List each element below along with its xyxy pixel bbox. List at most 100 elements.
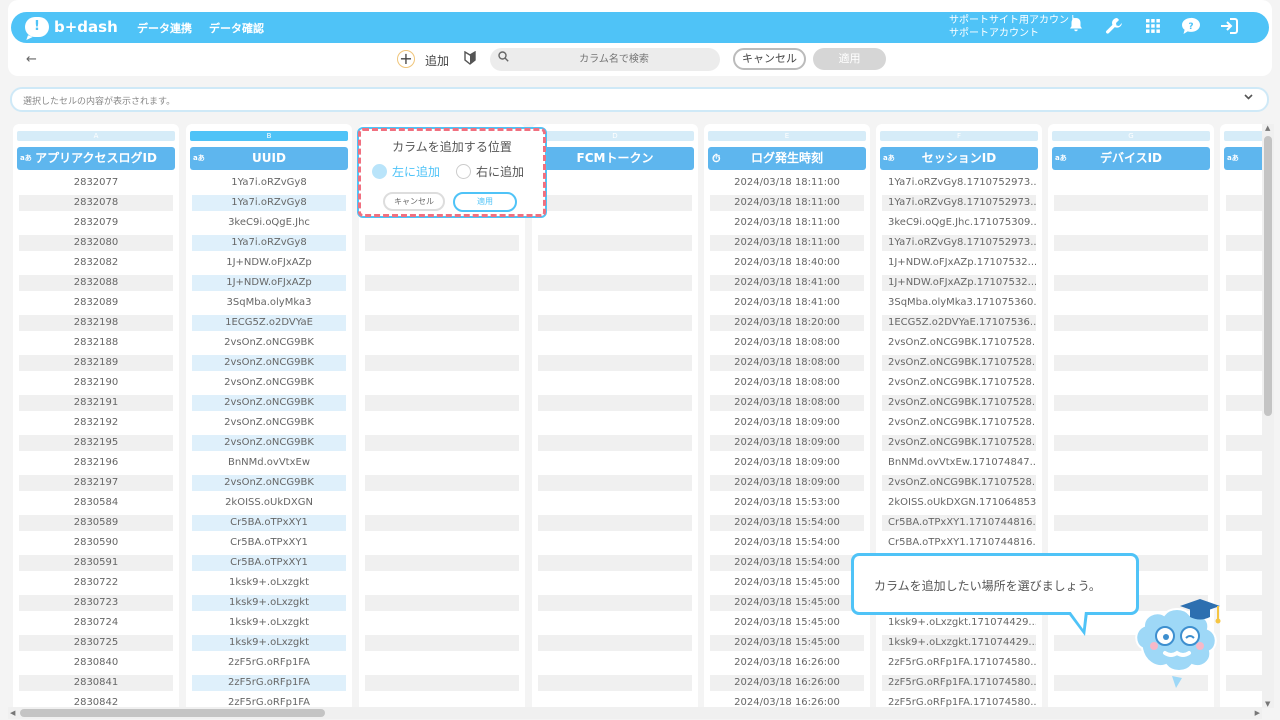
radio-add-left[interactable]: 左に追加 xyxy=(372,163,440,180)
table-cell[interactable]: 2832078 xyxy=(19,195,173,211)
table-cell[interactable] xyxy=(538,675,692,691)
table-cell[interactable] xyxy=(365,315,519,331)
table-cell[interactable]: 1ksk9+.oLxzgkt xyxy=(192,615,346,631)
table-cell[interactable] xyxy=(365,615,519,631)
table-cell[interactable]: 2vsOnZ.oNCG9BK.17107528... xyxy=(882,475,1036,491)
table-cell[interactable] xyxy=(365,655,519,671)
table-cell[interactable] xyxy=(1054,195,1208,211)
column-d[interactable]: D FCMトークン xyxy=(532,124,698,708)
table-cell[interactable]: 2832089 xyxy=(19,295,173,311)
table-cell[interactable] xyxy=(1054,535,1208,551)
table-cell[interactable] xyxy=(1226,355,1262,371)
radio-add-right[interactable]: 右に追加 xyxy=(456,163,524,180)
table-cell[interactable] xyxy=(538,375,692,391)
table-cell[interactable]: 2024/03/18 16:26:00 xyxy=(710,655,864,671)
table-cell[interactable] xyxy=(538,295,692,311)
table-cell[interactable]: 2024/03/18 18:41:00 xyxy=(710,275,864,291)
table-cell[interactable]: 1Ya7i.oRZvGy8.1710752973... xyxy=(882,195,1036,211)
table-cell[interactable]: 2832191 xyxy=(19,395,173,411)
table-cell[interactable]: 2kOISS.oUkDXGN xyxy=(192,495,346,511)
logo[interactable]: ! b+dash xyxy=(25,16,118,38)
table-cell[interactable] xyxy=(1054,415,1208,431)
table-cell[interactable]: 2024/03/18 18:08:00 xyxy=(710,355,864,371)
table-cell[interactable] xyxy=(1054,435,1208,451)
table-cell[interactable] xyxy=(1054,275,1208,291)
table-cell[interactable] xyxy=(1226,575,1262,591)
nav-data-check[interactable]: データ確認 xyxy=(209,20,264,36)
table-cell[interactable]: 2830840 xyxy=(19,655,173,671)
help-chat-icon[interactable]: ? xyxy=(1180,17,1202,39)
scroll-down-arrow-icon[interactable]: ▼ xyxy=(1265,700,1270,708)
column-b[interactable]: Baあ UUID 1Ya7i.oRZvGy8 1Ya7i.oRZvGy8 3keC9i.… xyxy=(186,124,352,708)
table-cell[interactable] xyxy=(538,535,692,551)
table-cell[interactable] xyxy=(1054,475,1208,491)
table-cell[interactable] xyxy=(538,595,692,611)
table-cell[interactable]: 1ksk9+.oLxzgkt.171074429... xyxy=(882,615,1036,631)
table-cell[interactable]: 2vsOnZ.oNCG9BK xyxy=(192,395,346,411)
table-cell[interactable]: 2vsOnZ.oNCG9BK.17107528... xyxy=(882,335,1036,351)
grid-icon[interactable] xyxy=(1142,17,1164,39)
table-cell[interactable]: 2vsOnZ.oNCG9BK.17107528... xyxy=(882,415,1036,431)
table-cell[interactable]: 2830841 xyxy=(19,675,173,691)
table-cell[interactable] xyxy=(365,415,519,431)
table-cell[interactable] xyxy=(1226,675,1262,691)
table-cell[interactable] xyxy=(365,355,519,371)
table-cell[interactable]: 2024/03/18 18:11:00 xyxy=(710,235,864,251)
table-cell[interactable] xyxy=(365,395,519,411)
table-cell[interactable] xyxy=(538,455,692,471)
table-cell[interactable]: 2832190 xyxy=(19,375,173,391)
table-cell[interactable]: 1ksk9+.oLxzgkt.171074429... xyxy=(882,635,1036,651)
table-cell[interactable]: BnNMd.ovVtxEw xyxy=(192,455,346,471)
table-cell[interactable]: 2vsOnZ.oNCG9BK.17107528... xyxy=(882,375,1036,391)
column-header[interactable]: ⏱ ログ発生時刻 xyxy=(708,147,866,170)
table-cell[interactable] xyxy=(1226,375,1262,391)
table-cell[interactable] xyxy=(538,555,692,571)
table-cell[interactable]: 2830590 xyxy=(19,535,173,551)
column-header[interactable]: FCMトークン xyxy=(536,147,694,170)
column-header[interactable]: aあ UUID xyxy=(190,147,348,170)
table-cell[interactable]: 2024/03/18 18:08:00 xyxy=(710,395,864,411)
table-cell[interactable]: 2vsOnZ.oNCG9BK.17107528... xyxy=(882,355,1036,371)
table-cell[interactable] xyxy=(365,595,519,611)
table-cell[interactable] xyxy=(365,295,519,311)
wrench-icon[interactable] xyxy=(1103,17,1125,39)
table-cell[interactable]: 2zF5rG.oRFp1FA.171074580... xyxy=(882,655,1036,671)
table-cell[interactable] xyxy=(365,635,519,651)
table-cell[interactable] xyxy=(538,435,692,451)
vertical-scroll-thumb[interactable] xyxy=(1264,136,1272,416)
table-cell[interactable]: 2832080 xyxy=(19,235,173,251)
table-cell[interactable] xyxy=(1054,315,1208,331)
table-cell[interactable] xyxy=(1054,375,1208,391)
table-cell[interactable]: 2024/03/18 18:20:00 xyxy=(710,315,864,331)
nav-data-integration[interactable]: データ連携 xyxy=(137,20,192,36)
table-cell[interactable] xyxy=(1226,415,1262,431)
horizontal-scroll-thumb[interactable] xyxy=(20,709,325,717)
table-cell[interactable] xyxy=(1226,455,1262,471)
add-column-label[interactable]: 追加 xyxy=(425,52,449,69)
column-letter[interactable] xyxy=(1224,131,1262,141)
table-cell[interactable]: 2kOISS.oUkDXGN.171064853... xyxy=(882,495,1036,511)
search-input[interactable] xyxy=(516,50,712,69)
table-cell[interactable] xyxy=(538,275,692,291)
scroll-left-arrow-icon[interactable]: ◀ xyxy=(10,709,15,717)
column-header[interactable]: aあ アプリアクセスログID xyxy=(17,147,175,170)
column-header[interactable]: aあ セッションID xyxy=(880,147,1038,170)
table-cell[interactable]: 2024/03/18 18:11:00 xyxy=(710,215,864,231)
table-cell[interactable] xyxy=(1226,475,1262,491)
account-info[interactable]: サポートサイト用アカウント サポートアカウント xyxy=(949,14,1079,40)
column-search[interactable] xyxy=(490,48,720,71)
beginner-mark-icon[interactable] xyxy=(464,50,476,69)
column-header[interactable]: aあ xyxy=(1224,147,1262,170)
table-cell[interactable] xyxy=(1226,255,1262,271)
table-cell[interactable] xyxy=(1054,335,1208,351)
table-cell[interactable]: 2024/03/18 18:41:00 xyxy=(710,295,864,311)
table-cell[interactable] xyxy=(538,615,692,631)
table-cell[interactable] xyxy=(1054,295,1208,311)
table-cell[interactable]: 2vsOnZ.oNCG9BK.17107528... xyxy=(882,395,1036,411)
table-cell[interactable] xyxy=(1226,315,1262,331)
table-cell[interactable] xyxy=(1226,175,1262,191)
table-cell[interactable]: 2832189 xyxy=(19,355,173,371)
table-cell[interactable] xyxy=(1054,255,1208,271)
table-cell[interactable] xyxy=(1226,495,1262,511)
table-cell[interactable]: 2830722 xyxy=(19,575,173,591)
